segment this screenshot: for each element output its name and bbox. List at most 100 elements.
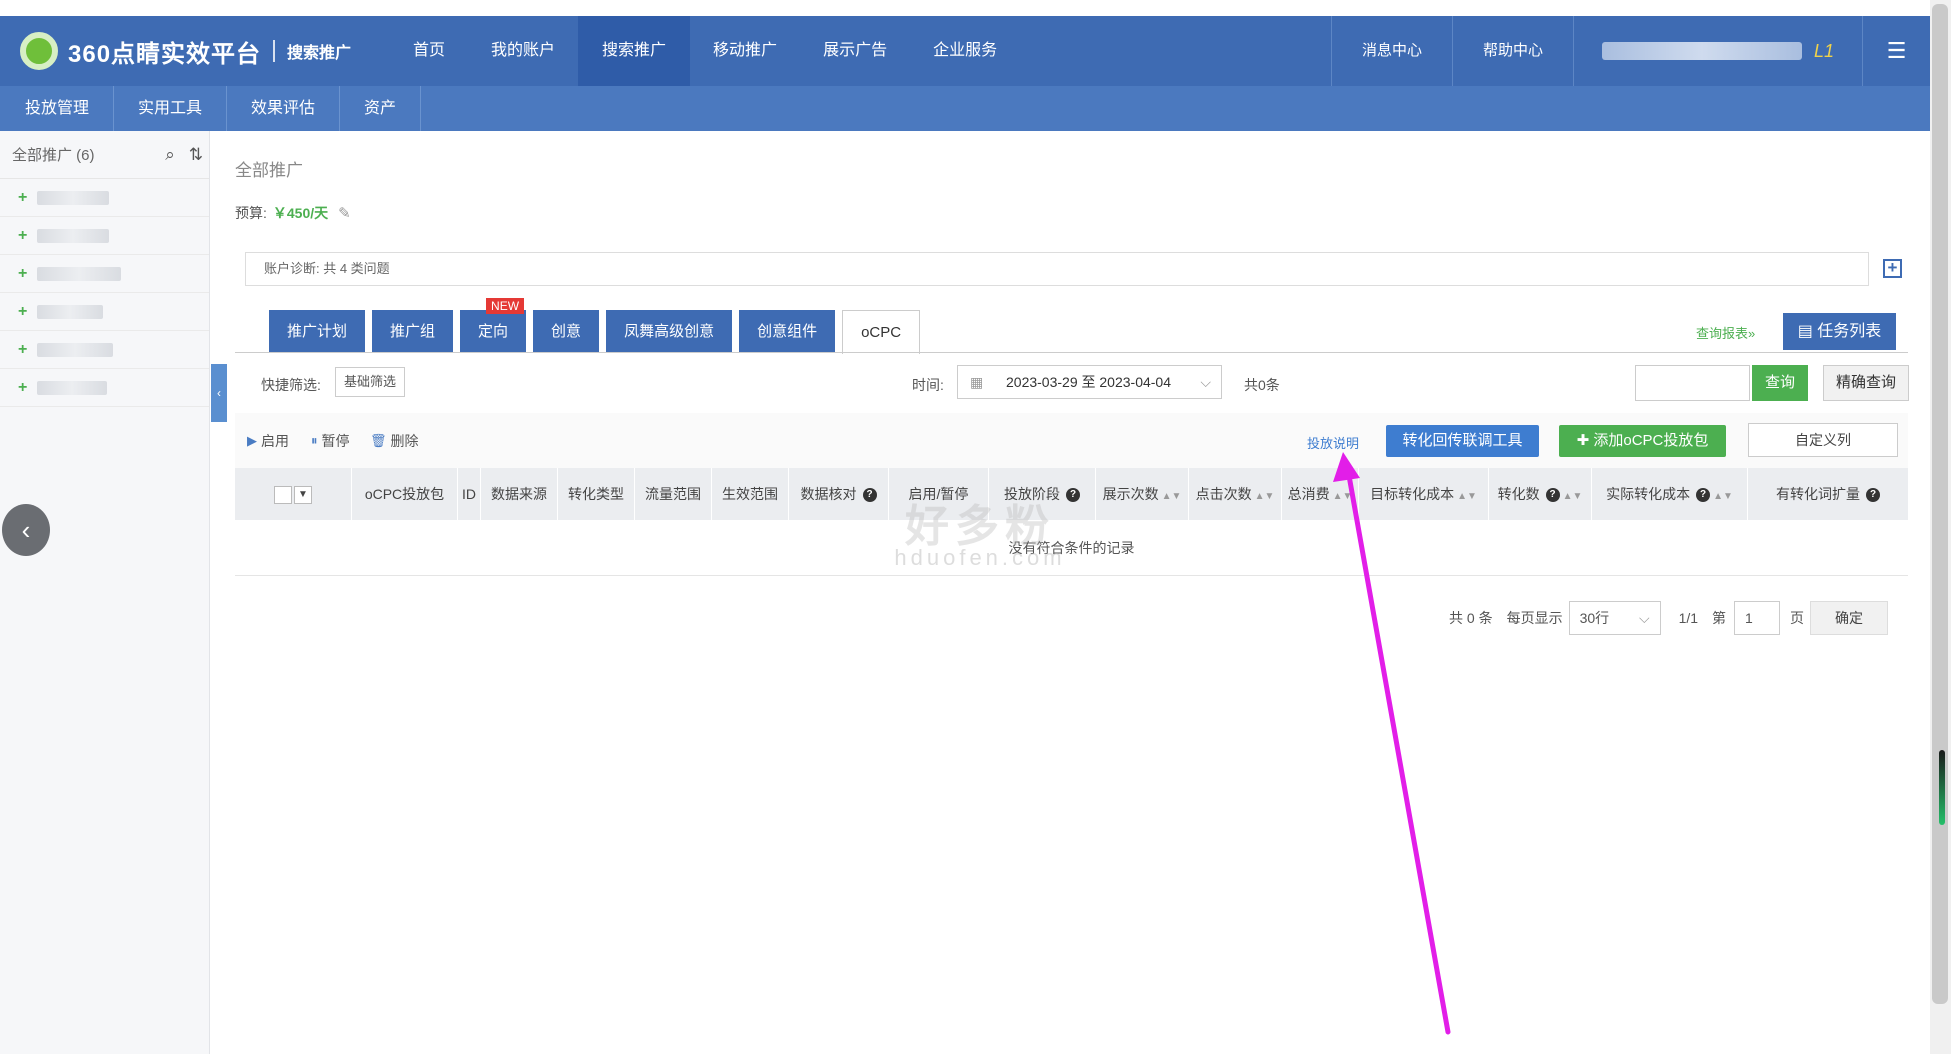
- column-header-actual-cpa[interactable]: 实际转化成本? ▲▼: [1592, 468, 1748, 520]
- column-header-clicks[interactable]: 点击次数 ▲▼: [1189, 468, 1282, 520]
- expand-plus-icon[interactable]: +: [18, 189, 27, 207]
- custom-columns-button[interactable]: 自定义列: [1748, 423, 1898, 457]
- per-page-label: 每页显示: [1506, 610, 1563, 626]
- query-report-link[interactable]: 查询报表»: [1696, 323, 1755, 342]
- tab-bar: 推广计划 推广组 定向 NEW 创意 凤舞高级创意 创意组件 oCPC: [269, 298, 921, 354]
- user-account[interactable]: L1: [1572, 16, 1862, 86]
- page-title: 全部推广: [235, 161, 303, 180]
- delete-button[interactable]: 🗑 删除: [370, 431, 419, 451]
- conversion-tool-button[interactable]: 转化回传联调工具: [1386, 425, 1539, 457]
- watermark-url: hduofen.com: [894, 545, 1066, 570]
- subnav-tools[interactable]: 实用工具: [114, 86, 228, 131]
- sort-icon[interactable]: ▲▼: [1563, 491, 1583, 502]
- sidebar-item[interactable]: +: [0, 217, 209, 255]
- tab-creative[interactable]: 创意: [533, 310, 600, 353]
- expand-plus-icon[interactable]: +: [18, 303, 27, 321]
- pause-label: 暂停: [321, 433, 350, 449]
- column-header: 点击次数: [1195, 486, 1252, 502]
- add-ocpc-package-button[interactable]: ✚ 添加oCPC投放包: [1559, 425, 1726, 457]
- select-all-cell[interactable]: ▼: [235, 468, 352, 520]
- expand-plus-icon[interactable]: +: [18, 227, 27, 245]
- column-header-impressions[interactable]: 展示次数 ▲▼: [1096, 468, 1189, 520]
- help-icon[interactable]: ?: [1866, 488, 1880, 503]
- sidebar-item[interactable]: +: [0, 369, 209, 407]
- nav-search-promo[interactable]: 搜索推广: [578, 16, 691, 86]
- sort-icon[interactable]: ▲▼: [1333, 491, 1353, 502]
- sort-icon[interactable]: ▲▼: [1457, 491, 1477, 502]
- sidebar-item[interactable]: +: [0, 331, 209, 369]
- chevron-down-icon: ⌵: [1200, 374, 1211, 390]
- column-header-conversions[interactable]: 转化数? ▲▼: [1489, 468, 1592, 520]
- confirm-page-button[interactable]: 确定: [1810, 601, 1889, 635]
- top-strip: [0, 0, 1951, 16]
- help-icon[interactable]: ?: [1545, 488, 1560, 503]
- enable-button[interactable]: ▶ 启用: [247, 431, 289, 451]
- per-page-value: 30行: [1579, 610, 1610, 626]
- nav-my-account[interactable]: 我的账户: [468, 16, 578, 86]
- date-range-picker[interactable]: ▦ 2023-03-29 至 2023-04-04 ⌵: [957, 365, 1222, 399]
- column-header-target-cpa[interactable]: 目标转化成本 ▲▼: [1359, 468, 1489, 520]
- sidebar-item[interactable]: +: [0, 255, 209, 293]
- column-header-cost[interactable]: 总消费 ▲▼: [1282, 468, 1359, 520]
- sort-icon[interactable]: ▲▼: [1162, 491, 1182, 502]
- precise-query-button[interactable]: 精确查询: [1823, 365, 1909, 401]
- logo-text: 360点睛实效平台: [68, 40, 262, 68]
- help-icon[interactable]: ?: [1696, 488, 1711, 503]
- back-chevron-icon[interactable]: ‹: [2, 504, 50, 556]
- nav-mobile-promo[interactable]: 移动推广: [690, 16, 800, 86]
- sidebar-item[interactable]: +: [0, 179, 209, 217]
- user-name-blurred: [1601, 42, 1802, 60]
- sort-icon[interactable]: ▲▼: [1255, 491, 1275, 502]
- subnav-evaluation[interactable]: 效果评估: [227, 86, 341, 131]
- column-header: 总消费: [1287, 486, 1330, 502]
- nav-help-center[interactable]: 帮助中心: [1451, 16, 1573, 86]
- edit-icon[interactable]: ✎: [338, 204, 351, 222]
- basic-filter-button[interactable]: 基础筛选: [335, 367, 406, 397]
- search-input[interactable]: [1635, 365, 1750, 401]
- select-all-checkbox[interactable]: [274, 486, 292, 505]
- sub-navbar: 投放管理 实用工具 效果评估 资产: [0, 86, 1930, 131]
- search-icon[interactable]: ⌕: [165, 145, 175, 165]
- query-button[interactable]: 查询: [1752, 365, 1808, 401]
- sidebar-collapse-handle[interactable]: ‹: [211, 364, 227, 422]
- page-number-input[interactable]: 1: [1734, 601, 1781, 635]
- pause-icon: ⏸: [311, 433, 318, 448]
- task-list-button[interactable]: ▤ 任务列表: [1783, 313, 1896, 350]
- sidebar-item[interactable]: +: [0, 293, 209, 331]
- nav-message-center[interactable]: 消息中心: [1330, 16, 1452, 86]
- account-diagnosis-bar[interactable]: 账户诊断: 共 4 类问题: [245, 252, 1869, 286]
- tab-targeting[interactable]: 定向 NEW: [460, 298, 527, 353]
- sidebar-header: 全部推广 (6) ⌕ ⇅: [0, 131, 209, 179]
- expand-plus-icon[interactable]: +: [18, 265, 27, 283]
- nav-home[interactable]: 首页: [390, 16, 468, 86]
- subnav-delivery[interactable]: 投放管理: [0, 86, 115, 131]
- top-navbar: 360点睛实效平台 搜索推广 首页 我的账户 搜索推广 移动推广 展示广告 企业…: [0, 16, 1930, 86]
- column-header: 数据来源: [481, 468, 558, 520]
- expand-plus-icon[interactable]: +: [18, 341, 27, 359]
- logo[interactable]: 360点睛实效平台 搜索推广: [20, 32, 390, 70]
- sort-icon[interactable]: ▲▼: [1713, 491, 1733, 502]
- tab-ocpc[interactable]: oCPC: [842, 310, 921, 354]
- subnav-assets[interactable]: 资产: [340, 86, 422, 131]
- hamburger-menu-icon[interactable]: ☰: [1862, 16, 1930, 86]
- tab-creative-components[interactable]: 创意组件: [739, 310, 836, 353]
- tab-advanced-creative[interactable]: 凤舞高级创意: [606, 310, 733, 353]
- plus-icon: ✚: [1576, 432, 1594, 449]
- column-header: 实际转化成本: [1606, 486, 1691, 502]
- chevron-down-icon[interactable]: ▼: [294, 486, 312, 505]
- delivery-instructions-link[interactable]: 投放说明: [1307, 433, 1359, 452]
- sort-icon[interactable]: ⇅: [189, 145, 203, 165]
- blurred-campaign-name: [37, 266, 122, 281]
- per-page-select[interactable]: 30行 ⌵: [1568, 601, 1661, 635]
- tab-adgroup[interactable]: 推广组: [372, 310, 454, 353]
- pause-button[interactable]: ⏸ 暂停: [311, 431, 350, 451]
- nav-display-ads[interactable]: 展示广告: [800, 16, 910, 86]
- tab-campaign[interactable]: 推广计划: [269, 310, 366, 353]
- filter-row: 快捷筛选: 基础筛选 时间: ▦ 2023-03-29 至 2023-04-04…: [235, 353, 1909, 413]
- expand-plus-icon[interactable]: +: [1883, 259, 1902, 278]
- nav-enterprise[interactable]: 企业服务: [910, 16, 1020, 86]
- scrollbar-thumb[interactable]: [1932, 4, 1948, 1004]
- record-count: 共0条: [1244, 377, 1280, 393]
- goto-label: 第: [1712, 610, 1727, 626]
- expand-plus-icon[interactable]: +: [18, 379, 27, 397]
